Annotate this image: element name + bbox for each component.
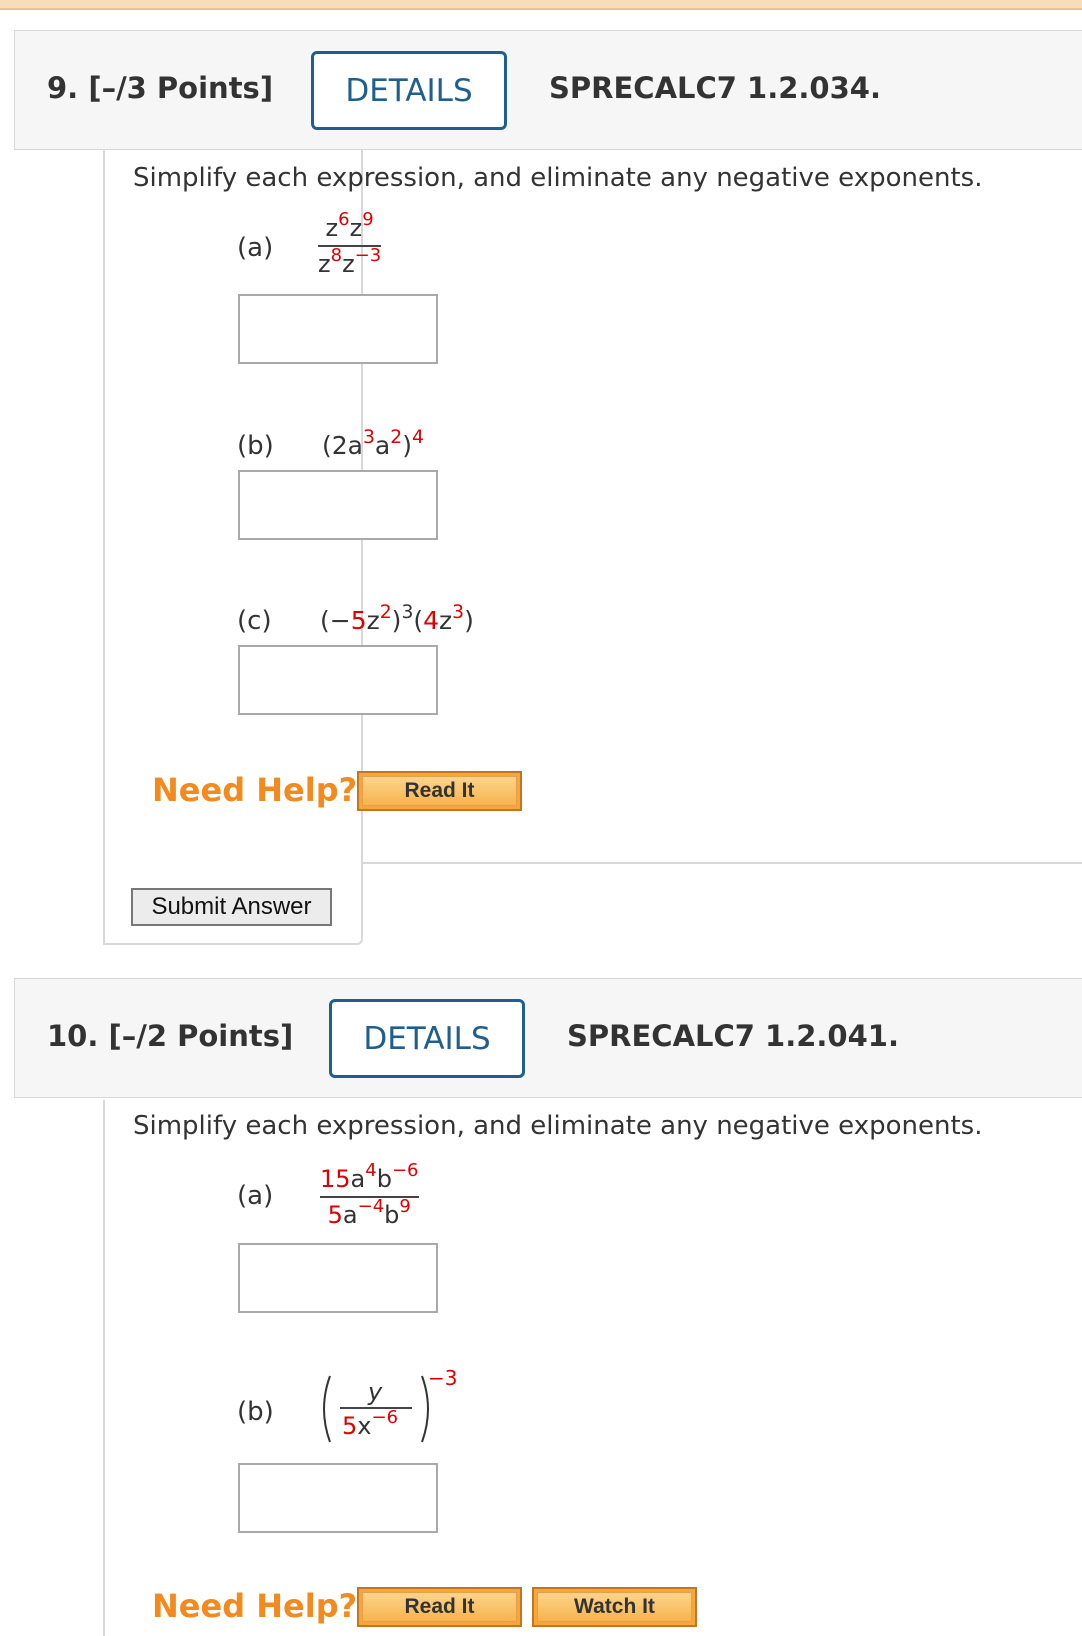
part-a-label: (a) bbox=[237, 233, 274, 263]
question-10-body bbox=[103, 1100, 105, 1636]
expression-9b: (2a3a2)4 bbox=[322, 426, 424, 460]
question-9-title: 9. [–/3 Points] bbox=[47, 71, 274, 105]
answer-input-9c[interactable] bbox=[238, 645, 438, 715]
expression-9c: (−5z2)3(4z3) bbox=[320, 601, 474, 635]
details-button[interactable]: DETAILS bbox=[329, 999, 525, 1078]
read-it-button[interactable]: Read It bbox=[357, 1587, 522, 1627]
part-c-label: (c) bbox=[237, 606, 272, 636]
submit-answer-button[interactable]: Submit Answer bbox=[131, 888, 332, 926]
read-it-label: Read It bbox=[362, 1592, 517, 1622]
expression-10b: y 5x−6 −3 bbox=[316, 1366, 466, 1450]
read-it-button[interactable]: Read It bbox=[357, 771, 522, 811]
question-code: SPRECALC7 1.2.041. bbox=[567, 1019, 899, 1053]
answer-input-9b[interactable] bbox=[238, 470, 438, 540]
part-b-label: (b) bbox=[237, 431, 274, 461]
watch-it-button[interactable]: Watch It bbox=[532, 1587, 697, 1627]
question-10-header: 10. [–/2 Points] DETAILS SPRECALC7 1.2.0… bbox=[14, 978, 1082, 1098]
details-button[interactable]: DETAILS bbox=[311, 51, 507, 130]
instruction-text: Simplify each expression, and eliminate … bbox=[133, 1111, 983, 1141]
answer-input-10b[interactable] bbox=[238, 1463, 438, 1533]
need-help-label: Need Help? bbox=[152, 771, 358, 809]
expression-10a: 15a4b−6 5a−4b9 bbox=[320, 1160, 419, 1229]
answer-input-10a[interactable] bbox=[238, 1243, 438, 1313]
need-help-label: Need Help? bbox=[152, 1587, 358, 1625]
top-bar bbox=[0, 0, 1082, 10]
expression-9a: z6z9 z8z−3 bbox=[318, 209, 382, 278]
divider bbox=[361, 862, 1082, 872]
read-it-label: Read It bbox=[362, 776, 517, 806]
question-code: SPRECALC7 1.2.034. bbox=[549, 71, 881, 105]
watch-it-label: Watch It bbox=[537, 1592, 692, 1622]
answer-input-9a[interactable] bbox=[238, 294, 438, 364]
part-a-label: (a) bbox=[237, 1181, 274, 1211]
question-9-header: 9. [–/3 Points] DETAILS SPRECALC7 1.2.03… bbox=[14, 30, 1082, 150]
question-10-title: 10. [–/2 Points] bbox=[47, 1019, 294, 1053]
instruction-text: Simplify each expression, and eliminate … bbox=[133, 163, 983, 193]
part-b-label: (b) bbox=[237, 1397, 274, 1427]
